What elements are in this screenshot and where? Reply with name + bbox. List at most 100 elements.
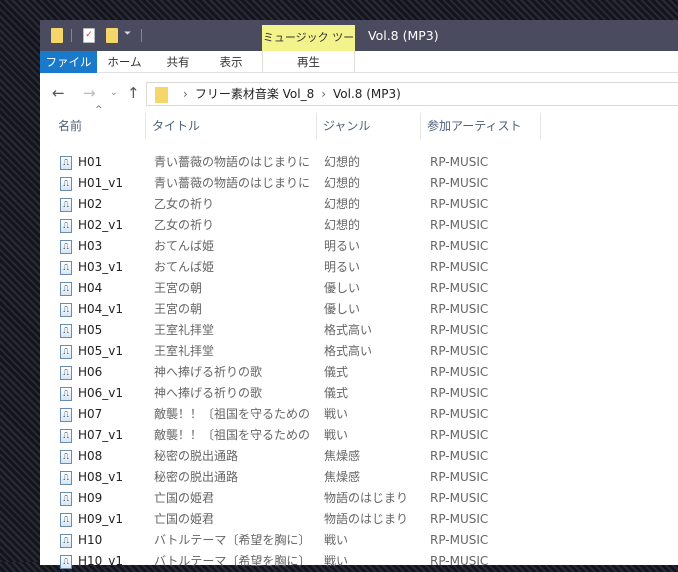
customize-toolbar-icon[interactable]: ⏷ — [124, 29, 131, 39]
file-artist: RP-MUSIC — [430, 302, 489, 316]
file-row[interactable]: ⎍ H06_v1 神へ捧げる祈りの歌 儀式 RP-MUSIC — [40, 383, 540, 404]
music-tools-tab[interactable]: ミュージック ツール — [262, 25, 355, 70]
file-name[interactable]: H09_v1 — [78, 509, 123, 530]
file-name[interactable]: H10 — [78, 530, 102, 551]
file-row[interactable]: ⎍ H03_v1 おてんば姫 明るい RP-MUSIC — [40, 257, 540, 278]
ribbon-tabs: ファイル ホーム 共有 表示 再生 — [40, 51, 678, 73]
file-genre: 儀式 — [324, 386, 349, 400]
audio-file-icon: ⎍ — [60, 471, 72, 485]
file-genre: 物語のはじまり — [324, 491, 409, 505]
column-title[interactable]: タイトル — [146, 113, 317, 139]
file-name[interactable]: H02 — [78, 194, 102, 215]
file-genre: 幻想的 — [324, 176, 361, 190]
properties-icon[interactable]: ✓ — [83, 28, 95, 43]
forward-icon[interactable]: → — [83, 84, 96, 102]
file-artist: RP-MUSIC — [430, 533, 489, 547]
breadcrumb-item[interactable]: フリー素材音楽 Vol_8 — [195, 87, 314, 101]
file-artist: RP-MUSIC — [430, 470, 489, 484]
audio-file-icon: ⎍ — [60, 156, 72, 170]
file-artist: RP-MUSIC — [430, 323, 489, 337]
file-row[interactable]: ⎍ H01_v1 青い薔薇の物語のはじまりに 幻想的 RP-MUSIC — [40, 173, 540, 194]
audio-file-icon: ⎍ — [60, 492, 72, 506]
file-name[interactable]: H04 — [78, 278, 102, 299]
file-name[interactable]: H08 — [78, 446, 102, 467]
file-name[interactable]: H09 — [78, 488, 102, 509]
file-name[interactable]: H01 — [78, 152, 102, 173]
file-name[interactable]: H03 — [78, 236, 102, 257]
file-genre: 優しい — [324, 302, 361, 316]
file-row[interactable]: ⎍ H02_v1 乙女の祈り 幻想的 RP-MUSIC — [40, 215, 540, 236]
column-name[interactable]: 名前 — [52, 113, 146, 139]
audio-file-icon: ⎍ — [60, 303, 72, 317]
file-name[interactable]: H03_v1 — [78, 257, 123, 278]
folder-icon — [155, 86, 168, 103]
file-artist: RP-MUSIC — [430, 260, 489, 274]
file-genre: 明るい — [324, 239, 361, 253]
file-artist: RP-MUSIC — [430, 239, 489, 253]
audio-file-icon: ⎍ — [60, 513, 72, 527]
audio-file-icon: ⎍ — [60, 324, 72, 338]
file-title: 乙女の祈り — [154, 218, 215, 232]
column-genre[interactable]: ジャンル — [317, 113, 421, 139]
file-name[interactable]: H06_v1 — [78, 383, 123, 404]
file-artist: RP-MUSIC — [430, 428, 489, 442]
file-artist: RP-MUSIC — [430, 197, 489, 211]
file-name[interactable]: H08_v1 — [78, 467, 123, 488]
file-name[interactable]: H07 — [78, 404, 102, 425]
tab-view[interactable]: 表示 — [210, 51, 252, 73]
tab-file[interactable]: ファイル — [40, 51, 97, 73]
file-artist: RP-MUSIC — [430, 512, 489, 526]
file-artist: RP-MUSIC — [430, 176, 489, 190]
file-genre: 物語のはじまり — [324, 512, 409, 526]
file-name[interactable]: H05 — [78, 320, 102, 341]
audio-file-icon: ⎍ — [60, 534, 72, 548]
tab-play[interactable]: 再生 — [262, 51, 355, 73]
back-icon[interactable]: ← — [52, 84, 65, 102]
file-genre: 幻想的 — [324, 197, 361, 211]
file-row[interactable]: ⎍ H04 王宮の朝 優しい RP-MUSIC — [40, 278, 540, 299]
file-genre: 戦い — [324, 533, 349, 547]
file-row[interactable]: ⎍ H08 秘密の脱出通路 焦燥感 RP-MUSIC — [40, 446, 540, 467]
file-row[interactable]: ⎍ H03 おてんば姫 明るい RP-MUSIC — [40, 236, 540, 257]
file-row[interactable]: ⎍ H05_v1 王室礼拝堂 格式高い RP-MUSIC — [40, 341, 540, 362]
file-row[interactable]: ⎍ H07_v1 敵襲！！〔祖国を守るための 戦い RP-MUSIC — [40, 425, 540, 446]
file-row[interactable]: ⎍ H09_v1 亡国の姫君 物語のはじまり RP-MUSIC — [40, 509, 540, 530]
audio-file-icon: ⎍ — [60, 345, 72, 359]
file-title: 亡国の姫君 — [154, 512, 215, 526]
file-name[interactable]: H05_v1 — [78, 341, 123, 362]
file-title: 亡国の姫君 — [154, 491, 215, 505]
file-name[interactable]: H06 — [78, 362, 102, 383]
file-row[interactable]: ⎍ H04_v1 王宮の朝 優しい RP-MUSIC — [40, 299, 540, 320]
audio-file-icon: ⎍ — [60, 177, 72, 191]
file-genre: 幻想的 — [324, 155, 361, 169]
file-row[interactable]: ⎍ H06 神へ捧げる祈りの歌 儀式 RP-MUSIC — [40, 362, 540, 383]
folder-icon[interactable] — [51, 28, 63, 43]
file-row[interactable]: ⎍ H08_v1 秘密の脱出通路 焦燥感 RP-MUSIC — [40, 467, 540, 488]
new-folder-icon[interactable] — [106, 28, 118, 43]
file-name[interactable]: H07_v1 — [78, 425, 123, 446]
file-row[interactable]: ⎍ H05 王室礼拝堂 格式高い RP-MUSIC — [40, 320, 540, 341]
file-genre: 焦燥感 — [324, 470, 361, 484]
tab-home[interactable]: ホーム — [102, 51, 147, 73]
file-row[interactable]: ⎍ H10 バトルテーマ〔希望を胸に〕 戦い RP-MUSIC — [40, 530, 540, 551]
file-name[interactable]: H01_v1 — [78, 173, 123, 194]
audio-file-icon: ⎍ — [60, 261, 72, 275]
address-bar[interactable]: › フリー素材音楽 Vol_8 › Vol.8 (MP3) — [146, 82, 678, 106]
tab-share[interactable]: 共有 — [158, 51, 198, 73]
up-icon[interactable]: ↑ — [127, 84, 140, 102]
file-row[interactable]: ⎍ H07 敵襲！！〔祖国を守るための 戦い RP-MUSIC — [40, 404, 540, 425]
file-name[interactable]: H04_v1 — [78, 299, 123, 320]
file-title: 乙女の祈り — [154, 197, 215, 211]
file-row[interactable]: ⎍ H09 亡国の姫君 物語のはじまり RP-MUSIC — [40, 488, 540, 509]
file-title: バトルテーマ〔希望を胸に〕 — [154, 533, 311, 547]
file-row[interactable]: ⎍ H01 青い薔薇の物語のはじまりに 幻想的 RP-MUSIC — [40, 152, 540, 173]
breadcrumb-item[interactable]: Vol.8 (MP3) — [333, 87, 401, 101]
file-name[interactable]: H02_v1 — [78, 215, 123, 236]
explorer-window: ✓ ⏷ ミュージック ツール Vol.8 (MP3) ファイル ホーム 共有 表… — [40, 20, 678, 569]
audio-file-icon: ⎍ — [60, 387, 72, 401]
file-artist: RP-MUSIC — [430, 491, 489, 505]
recent-chevron-icon[interactable]: ⌄ — [110, 88, 118, 98]
file-title: 秘密の脱出通路 — [154, 470, 239, 484]
file-row[interactable]: ⎍ H02 乙女の祈り 幻想的 RP-MUSIC — [40, 194, 540, 215]
column-artist[interactable]: 参加アーティスト — [421, 113, 541, 139]
